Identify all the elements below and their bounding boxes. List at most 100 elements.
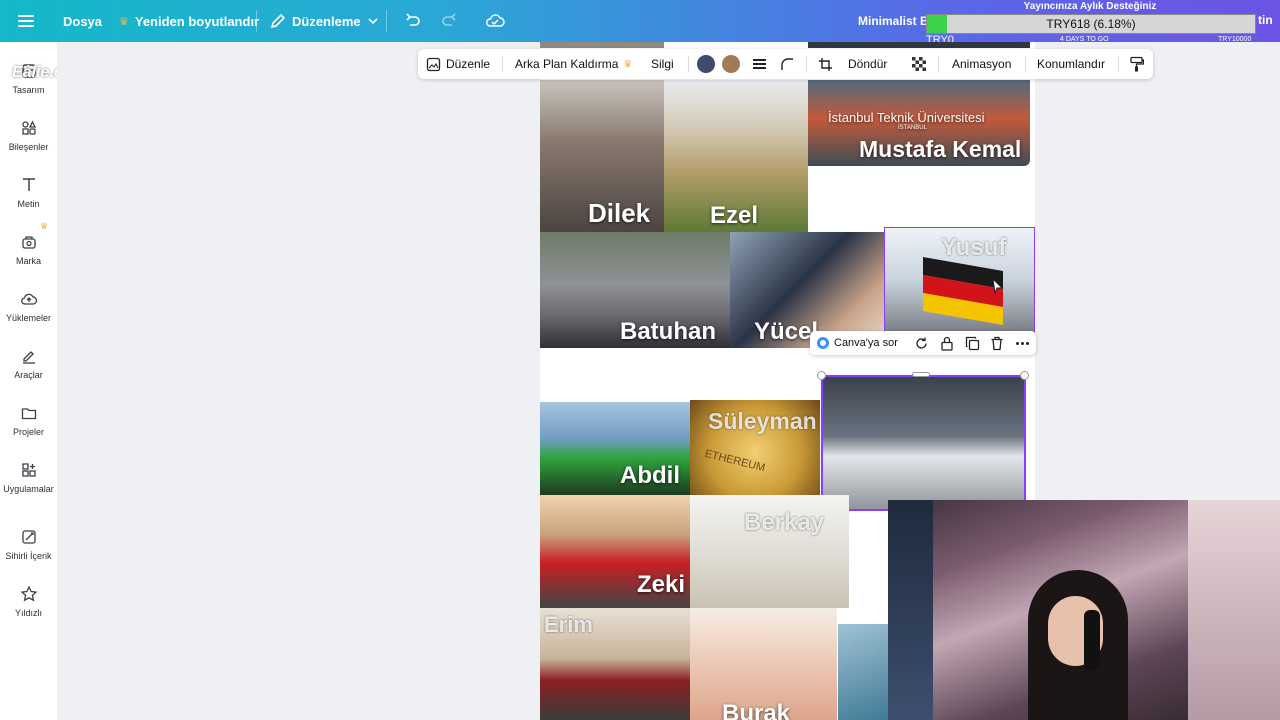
tile-label-abdil: Abdil xyxy=(620,462,680,489)
streamer-webcam-overlay xyxy=(888,500,1280,720)
apps-icon xyxy=(21,463,36,477)
image-tile-suleyman[interactable]: ETHEREUM Süleyman xyxy=(690,400,820,495)
canva-ai-icon xyxy=(817,337,829,349)
document-title[interactable]: Minimalist B xyxy=(858,0,929,42)
donation-progress-text: TRY618 (6.18%) xyxy=(1046,17,1136,31)
sidebar-item-label: Sihirli İçerik xyxy=(5,551,52,561)
image-tile[interactable] xyxy=(808,42,1030,48)
sidebar-item-label: Tasarım xyxy=(12,85,45,95)
resize-button[interactable]: ♛ Yeniden boyutlandır xyxy=(119,0,259,42)
redo-button[interactable] xyxy=(440,0,458,42)
image-tile-burak[interactable]: Burak xyxy=(690,608,837,720)
bg-remover-label: Arka Plan Kaldırma xyxy=(515,57,619,71)
edit-mode-dropdown[interactable]: Düzenleme xyxy=(270,0,379,42)
eraser-button[interactable]: Silgi xyxy=(651,49,674,79)
selection-frame xyxy=(821,375,1026,511)
microphone xyxy=(1084,610,1100,670)
divider xyxy=(386,10,387,32)
ask-canva-button[interactable]: Canva'ya sor xyxy=(816,331,898,355)
crown-icon: ♛ xyxy=(40,221,49,231)
elements-icon xyxy=(21,120,36,135)
lock-button[interactable] xyxy=(940,331,954,355)
duplicate-icon xyxy=(965,336,980,350)
left-sidebar: Tasarım Bileşenler Metin Marka ♛ Yükleme… xyxy=(0,42,57,720)
divider xyxy=(256,10,257,32)
sidebar-item-elements[interactable]: Bileşenler xyxy=(0,119,57,152)
resize-handle[interactable] xyxy=(912,372,930,377)
divider xyxy=(1118,56,1119,72)
replace-button[interactable] xyxy=(914,331,929,355)
image-tile[interactable] xyxy=(540,42,664,48)
corner-radius-icon xyxy=(781,58,793,70)
sidebar-item-magic[interactable]: Sihirli İçerik xyxy=(0,528,57,561)
sidebar-item-label: Uygulamalar xyxy=(3,484,54,494)
border-lines-icon xyxy=(753,58,766,69)
undo-button[interactable] xyxy=(404,0,422,42)
divider xyxy=(938,56,939,72)
undo-icon xyxy=(406,13,420,26)
image-tile-mustafa-kemal[interactable]: İstanbul Teknik Üniversitesi İSTANBUL Mu… xyxy=(808,80,1030,166)
image-tile-zeki[interactable]: Zeki xyxy=(540,495,690,608)
tile-label-burak: Burak xyxy=(722,700,791,720)
image-tile-ezel[interactable]: Ezel xyxy=(664,80,808,232)
image-edit-icon xyxy=(426,57,441,71)
tile-label-berkay: Berkay xyxy=(744,509,825,536)
lock-icon xyxy=(941,336,953,351)
image-tile-batuhan[interactable]: Batuhan xyxy=(540,232,730,348)
sidebar-item-label: Yüklemeler xyxy=(5,313,52,323)
tile-label-mustafa-kemal: Mustafa Kemal xyxy=(859,136,1022,162)
university-name: İstanbul Teknik Üniversitesi xyxy=(828,110,985,125)
sidebar-item-apps[interactable]: Uygulamalar xyxy=(0,461,57,494)
corner-rounding-button[interactable] xyxy=(780,49,794,79)
color-swatch-2[interactable] xyxy=(722,49,740,79)
sidebar-item-uploads[interactable]: Yüklemeler xyxy=(0,290,57,323)
sidebar-item-projects[interactable]: Projeler xyxy=(0,404,57,437)
more-horizontal-icon xyxy=(1016,341,1029,345)
file-menu-label: Dosya xyxy=(63,13,103,29)
image-tile-berkay[interactable]: Berkay xyxy=(690,495,849,608)
file-menu-button[interactable]: Dosya xyxy=(63,0,102,42)
border-style-button[interactable] xyxy=(752,49,767,79)
position-label: Konumlandır xyxy=(1037,57,1106,71)
cloud-check-icon xyxy=(486,14,505,27)
copy-style-button[interactable] xyxy=(1129,49,1144,79)
crop-button[interactable] xyxy=(818,49,833,79)
animate-button[interactable]: Animasyon xyxy=(952,49,1011,79)
image-tile-abdil[interactable]: Abdil xyxy=(540,402,690,495)
eraser-label: Silgi xyxy=(651,57,674,71)
edit-image-button[interactable]: Düzenle xyxy=(426,49,490,79)
refresh-icon xyxy=(916,337,927,349)
share-label-cut[interactable]: tin xyxy=(1258,13,1273,27)
menu-icon[interactable] xyxy=(18,0,38,42)
color-swatch-blue xyxy=(697,55,715,73)
sidebar-item-label: Araçlar xyxy=(14,370,43,380)
draw-tools-icon xyxy=(22,351,35,364)
sidebar-item-tools[interactable]: Araçlar xyxy=(0,347,57,380)
position-button[interactable]: Konumlandır xyxy=(1037,49,1105,79)
rotate-button[interactable]: Döndür xyxy=(848,49,887,79)
color-swatch-1[interactable] xyxy=(697,49,715,79)
sidebar-item-label: Yıldızlı xyxy=(14,608,42,618)
ethereum-coin-text: ETHEREUM xyxy=(703,447,767,475)
delete-button[interactable] xyxy=(990,331,1004,355)
divider xyxy=(1025,56,1026,72)
transparency-icon xyxy=(912,57,926,71)
resize-handle[interactable] xyxy=(1020,371,1029,380)
image-tile-erim[interactable]: Erim xyxy=(540,608,690,720)
sidebar-item-text[interactable]: Metin xyxy=(0,176,57,209)
divider xyxy=(688,56,689,72)
mouse-cursor-icon xyxy=(992,278,1004,294)
transparency-button[interactable] xyxy=(912,49,926,79)
folder-icon xyxy=(21,408,36,420)
animate-label: Animasyon xyxy=(952,57,1012,71)
resize-handle[interactable] xyxy=(817,371,826,380)
bg-remover-button[interactable]: Arka Plan Kaldırma ♛ xyxy=(515,49,632,79)
divider xyxy=(502,56,503,72)
duplicate-button[interactable] xyxy=(965,331,980,355)
more-options-button[interactable] xyxy=(1015,331,1030,355)
image-tile-dilek[interactable]: Dilek xyxy=(540,80,664,232)
sidebar-item-brand[interactable]: Marka ♛ xyxy=(0,221,57,266)
cloud-save-button[interactable] xyxy=(485,0,505,42)
sidebar-item-starred[interactable]: Yıldızlı xyxy=(0,585,57,618)
university-subtitle: İSTANBUL xyxy=(898,125,927,131)
